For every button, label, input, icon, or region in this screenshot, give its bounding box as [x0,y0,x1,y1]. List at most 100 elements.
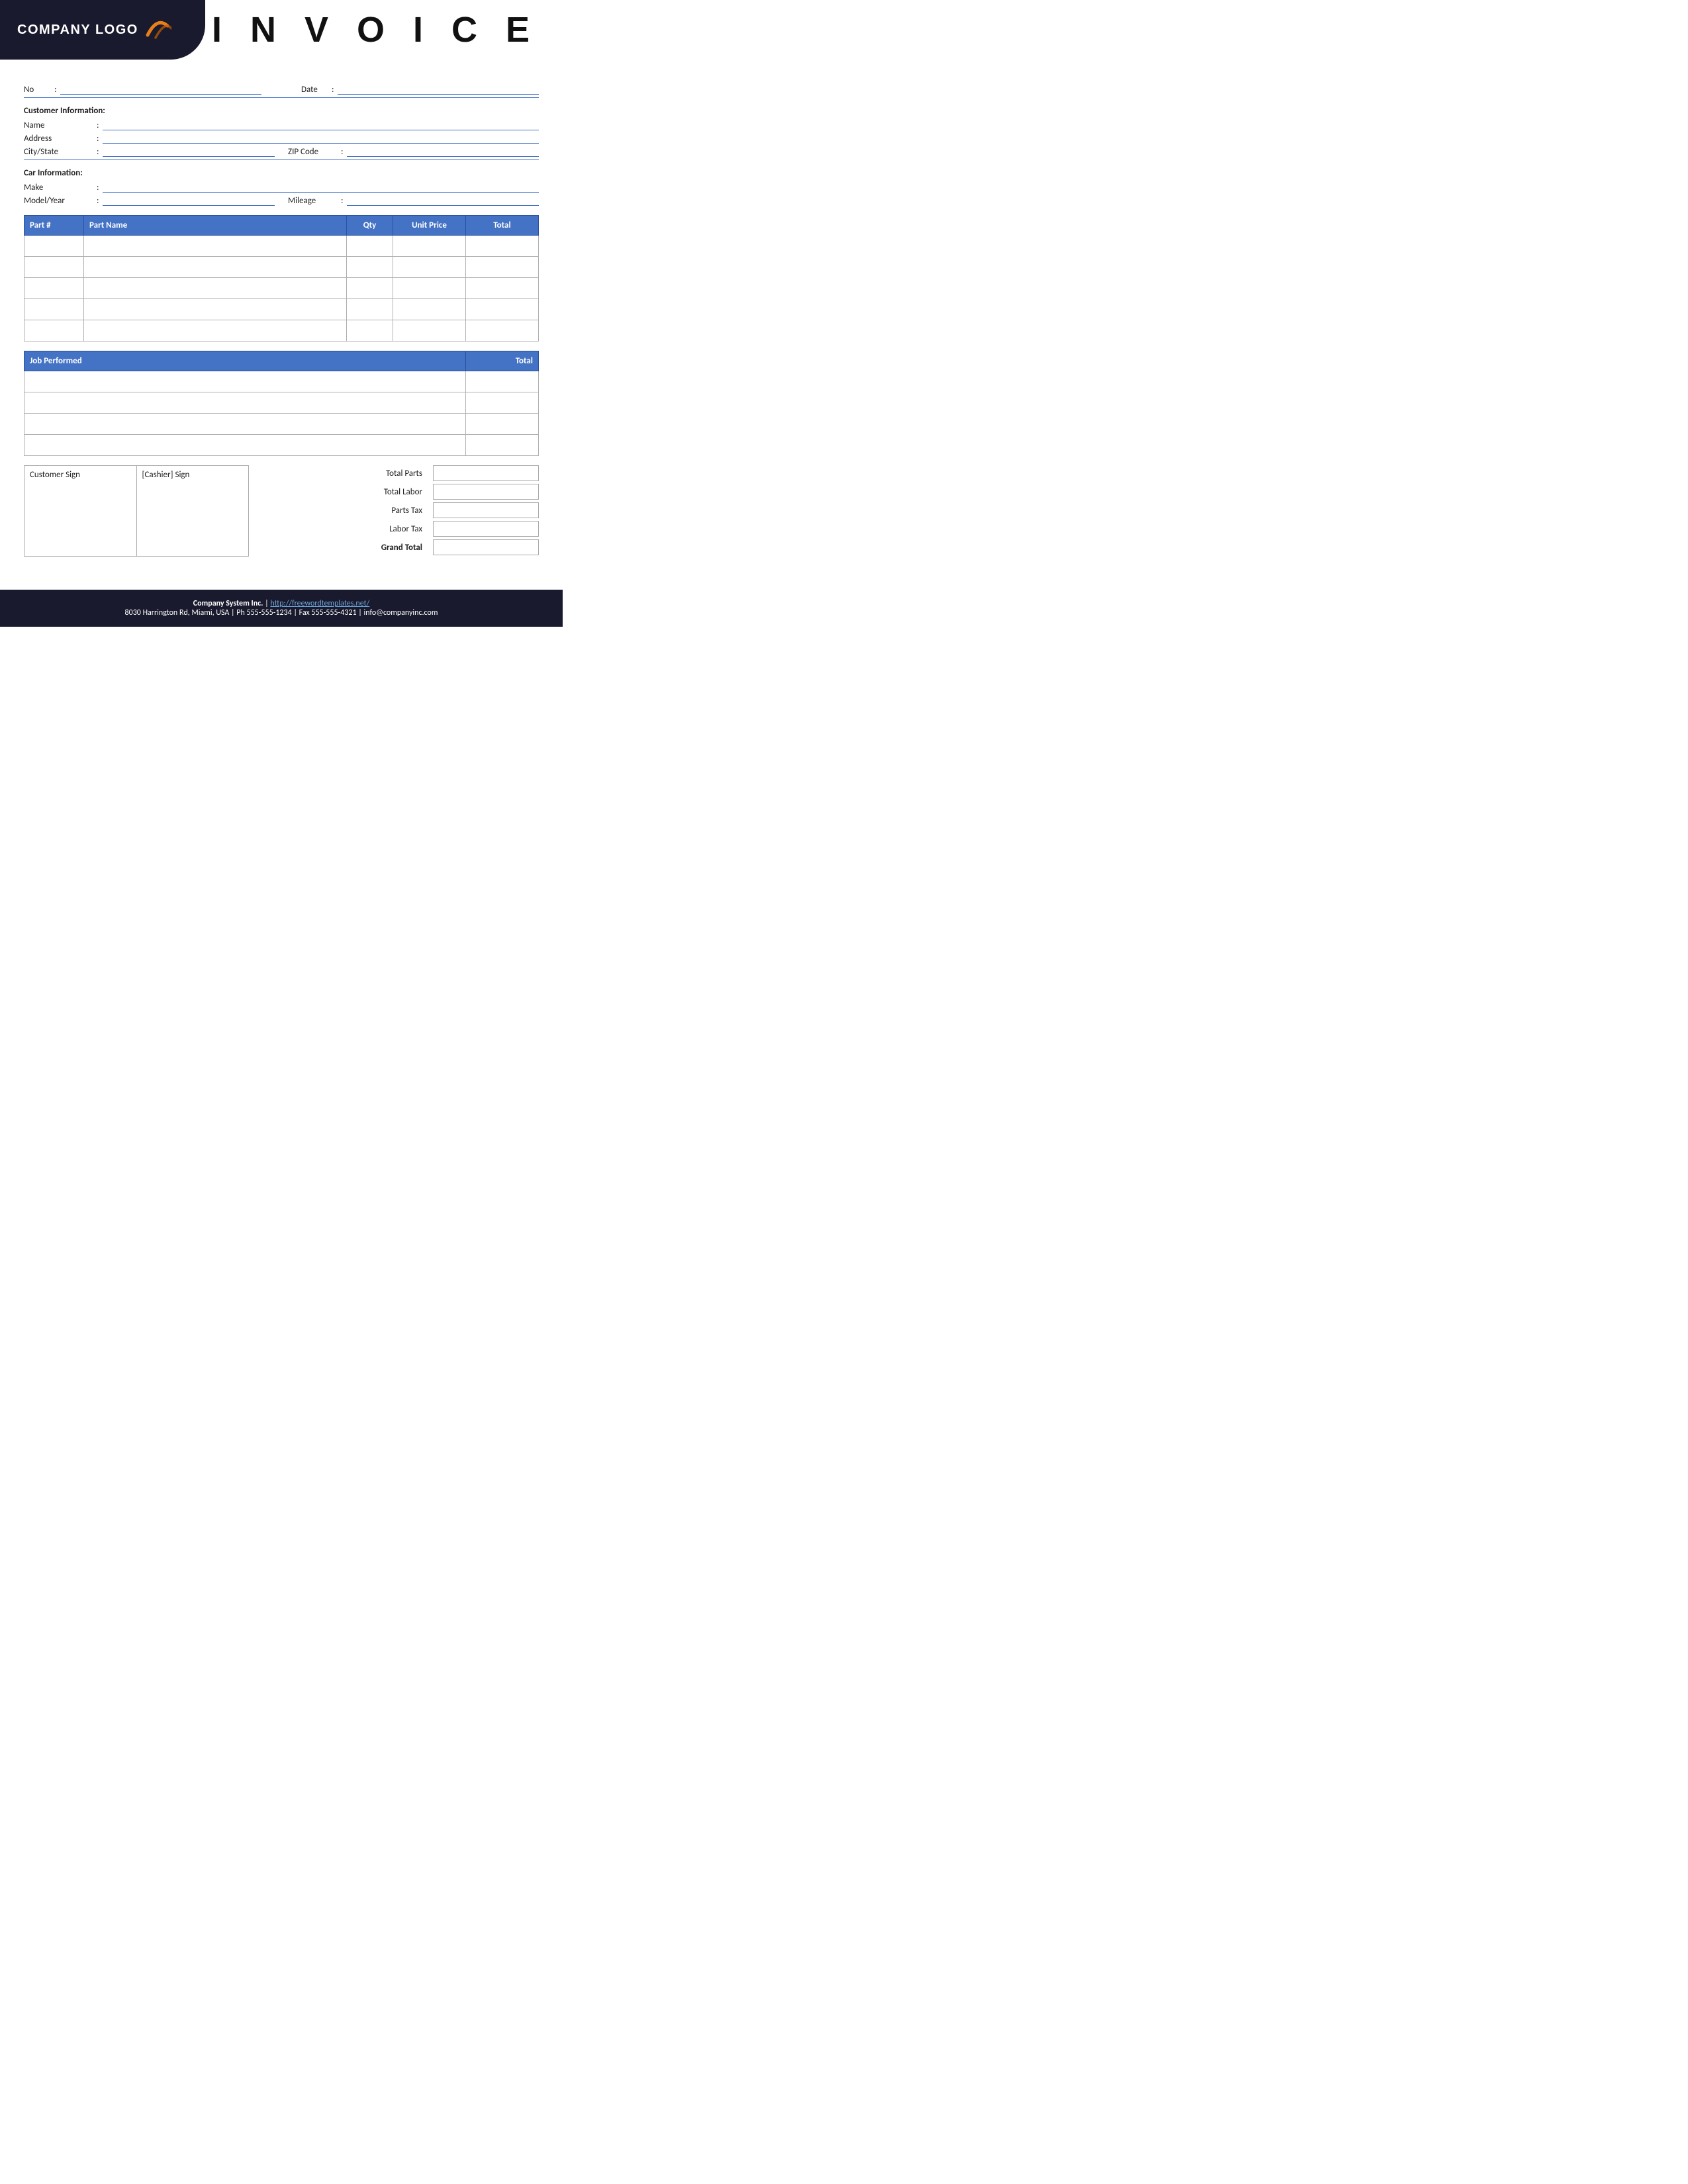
col-total: Total [466,216,539,236]
job-table-body [24,371,539,456]
cell-part-name [84,278,347,299]
parts-tax-value [433,502,539,518]
labor-tax-label: Labor Tax [262,524,428,534]
table-row [24,435,539,456]
mileage-colon: : [341,196,343,206]
cell-total [466,236,539,257]
parts-tax-label: Parts Tax [262,506,428,516]
table-row [24,371,539,392]
table-row [24,278,539,299]
cashier-sign-box: [Cashier] Sign [137,465,250,557]
footer-company-name: Company System Inc. [193,599,263,608]
customer-address-colon: : [97,134,99,144]
total-parts-value [433,465,539,481]
cell-part-name [84,299,347,320]
cell-total [466,320,539,341]
total-parts-row: Total Parts [262,465,539,481]
date-label: Date [301,85,328,95]
model-year-field [103,194,275,206]
city-state-half: City/State : [24,145,275,157]
cashier-sign-label: [Cashier] Sign [142,470,190,480]
city-state-colon: : [97,147,99,157]
date-group: Date : [301,85,539,95]
total-parts-label: Total Parts [262,469,428,478]
customer-name-colon: : [97,120,99,130]
car-make-colon: : [97,183,99,193]
table-row [24,320,539,341]
model-year-colon: : [97,196,99,206]
customer-city-zip-row: City/State : ZIP Code : [24,145,539,157]
table-row [24,414,539,435]
customer-section-header: Customer Information: [24,106,539,116]
customer-sign-box: Customer Sign [24,465,137,557]
content-area: No : Date : Customer Information: Name :… [0,60,563,570]
parts-table-head: Part # Part Name Qty Unit Price Total [24,216,539,236]
car-model-mileage-row: Model/Year : Mileage : [24,194,539,206]
parts-table-header-row: Part # Part Name Qty Unit Price Total [24,216,539,236]
cell-part-name [84,320,347,341]
col-part-num: Part # [24,216,84,236]
cell-unit-price [393,257,466,278]
model-year-label: Model/Year [24,196,97,206]
zip-half: ZIP Code : [288,145,539,157]
totals-area: Total Parts Total Labor Parts Tax Labor … [262,465,539,557]
footer-line1: Company System Inc. | http://freewordtem… [13,599,549,608]
header: COMPANY LOGO I N V O I C E [0,0,563,60]
customer-sign-label: Customer Sign [30,470,80,480]
total-labor-label: Total Labor [262,487,428,497]
grand-total-value [433,539,539,555]
cell-qty [347,299,393,320]
cell-unit-price [393,320,466,341]
parts-table: Part # Part Name Qty Unit Price Total [24,215,539,341]
mileage-half: Mileage : [288,194,539,206]
cell-job [24,414,466,435]
table-row [24,299,539,320]
cell-unit-price [393,299,466,320]
company-logo-text: COMPANY LOGO [17,23,138,38]
cell-job-total [466,371,539,392]
no-field [60,94,261,95]
cell-job [24,435,466,456]
car-section-header: Car Information: [24,168,539,178]
cell-job-total [466,414,539,435]
cell-qty [347,320,393,341]
logo-arc-icon [142,15,171,44]
zip-colon: : [341,147,343,157]
no-label: No [24,85,50,95]
customer-name-row: Name : [24,118,539,130]
cell-job [24,392,466,414]
customer-name-field [103,118,539,130]
cell-unit-price [393,236,466,257]
cell-part-num [24,257,84,278]
cell-unit-price [393,278,466,299]
zip-field [347,145,539,157]
cell-total [466,257,539,278]
footer-website-link[interactable]: http://freewordtemplates.net/ [270,599,369,608]
invoice-title-area: I N V O I C E [212,0,539,60]
labor-tax-row: Labor Tax [262,521,539,537]
grand-total-label: Grand Total [262,543,428,553]
table-row [24,257,539,278]
car-make-row: Make : [24,181,539,193]
city-state-label: City/State [24,147,97,157]
date-field [338,94,539,95]
car-make-field [103,181,539,193]
cell-qty [347,278,393,299]
job-table-head: Job Performed Total [24,351,539,371]
invoice-title: I N V O I C E [212,9,539,50]
table-row [24,236,539,257]
sign-area: Customer Sign [Cashier] Sign [24,465,249,557]
cell-part-num [24,236,84,257]
footer: Company System Inc. | http://freewordtem… [0,590,563,627]
cell-part-num [24,278,84,299]
table-row [24,392,539,414]
col-job-total: Total [466,351,539,371]
grand-total-row: Grand Total [262,539,539,555]
cell-part-num [24,320,84,341]
logo-area: COMPANY LOGO [0,0,205,60]
customer-address-label: Address [24,134,97,144]
customer-address-field [103,132,539,144]
bottom-section: Customer Sign [Cashier] Sign Total Parts… [24,465,539,557]
job-table-header-row: Job Performed Total [24,351,539,371]
parts-table-body [24,236,539,341]
